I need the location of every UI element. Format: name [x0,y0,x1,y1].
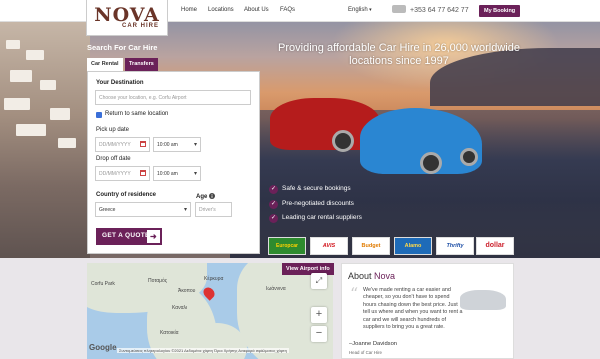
map-label: Ιωάννινα [266,286,286,292]
brand-europcar-logo: Europcar [268,237,306,255]
feature-secure: ✓ Safe & secure bookings [269,185,351,194]
phone-text: +353 64 77 642 77 [410,7,469,14]
logo-subtitle: CAR HIRE [121,23,159,29]
hero-headline: Providing affordable Car Hire in 26,000 … [278,42,520,67]
map-label: Ποταμός [148,278,168,284]
zoom-out-button[interactable]: − [311,326,327,342]
dropoff-time-select[interactable]: 10:00 am [153,166,201,181]
pickup-label: Pick up date [96,127,130,133]
nav-locations[interactable]: Locations [208,7,234,13]
return-same-checkbox[interactable] [96,112,102,118]
country-label: Country of residence [96,192,157,198]
arrow-right-icon: ➜ [147,230,160,243]
dropoff-date-text: DD/MM/YYYY [99,171,131,177]
map-label: Κέρκυρα [204,276,224,282]
map-footer: Συντομεύσεις πληκτρολογίου ©2021 Δεδομέν… [117,348,289,353]
get-quote-button[interactable]: GET A QUOTE ➜ [96,228,162,245]
my-booking-button[interactable]: My Booking [479,5,521,17]
cliff-village [0,20,90,258]
country-select[interactable]: Greece [95,202,191,217]
dropoff-date-input[interactable]: DD/MM/YYYY [95,166,150,181]
map-label: Άκοπου [178,288,196,294]
calendar-icon [140,170,146,176]
check-icon: ✓ [269,214,278,223]
destination-input[interactable]: Choose your location, e.g. Corfu Airport [95,90,251,105]
google-logo: Google [89,343,117,352]
get-quote-label: GET A QUOTE [102,232,150,239]
map-label: Καναλι [172,305,188,311]
about-quote: We've made renting a car easier and chea… [363,287,463,331]
feature-discounts: ✓ Pre-negotiated discounts [269,200,354,209]
search-title: Search For Car Hire [87,43,158,52]
nova-logo[interactable]: NOVA CAR HIRE [86,0,168,36]
quote-author: –Joanne Davidson [349,341,398,347]
brand-avis-logo: AVIS [310,237,348,255]
nav-home[interactable]: Home [181,7,197,13]
pickup-time-select[interactable]: 10:00 am [153,137,201,152]
quote-icon: “ [350,284,359,303]
brand-budget-logo: Budget [352,237,390,255]
tab-transfers[interactable]: Transfers [125,58,158,71]
age-label: Age [196,192,216,200]
brand-dollar-logo: dollar [476,237,514,255]
phone-number[interactable]: +353 64 77 642 77 [392,5,469,14]
destination-label: Your Destination [96,80,144,86]
age-input[interactable]: Driver's [195,202,232,217]
brand-thrifty-logo: Thrifty [436,237,474,255]
info-icon[interactable] [209,193,216,199]
zoom-in-button[interactable]: + [311,307,327,323]
nav-about-us[interactable]: About Us [244,7,269,13]
map-label: Corfu Park [91,281,115,287]
language-select[interactable]: English [348,7,372,13]
check-icon: ✓ [269,185,278,194]
phone-icon [392,5,406,13]
quote-author-role: Head of Car Hire [349,350,382,355]
return-same-label: Return to same location [105,111,169,117]
feature-suppliers: ✓ Leading car rental suppliers [269,214,362,223]
pickup-date-text: DD/MM/YYYY [99,142,131,148]
tab-car-rental[interactable]: Car Rental [87,58,123,71]
map-label: Κατοικία [160,330,179,336]
about-title: About Nova [348,271,396,281]
pickup-date-input[interactable]: DD/MM/YYYY [95,137,150,152]
about-nova-card: About Nova “ We've made renting a car ea… [341,263,514,359]
nav-faqs[interactable]: FAQs [280,7,295,13]
car-image [460,290,506,310]
dropoff-label: Drop off date [96,156,131,162]
fullscreen-icon[interactable]: ⤢ [311,273,327,289]
check-icon: ✓ [269,200,278,209]
brand-alamo-logo: Alamo [394,237,432,255]
calendar-icon [140,141,146,147]
